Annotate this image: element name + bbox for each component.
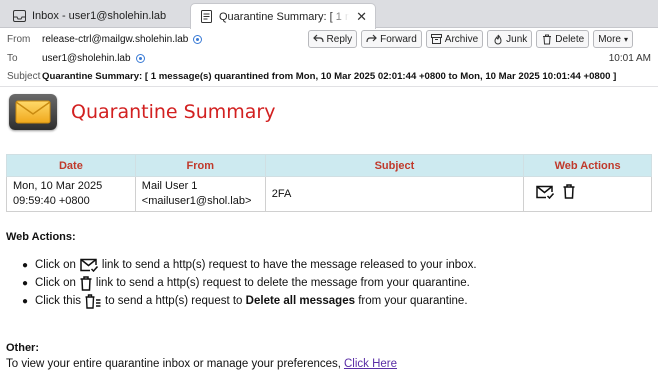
address-book-icon[interactable] [193, 34, 203, 44]
other-heading: Other: [6, 342, 39, 354]
subject-row: Subject Quarantine Summary: [ 1 message(… [0, 67, 658, 85]
tab-strip: Inbox - user1@sholehin.lab Quarantine Su… [0, 0, 658, 29]
click-here-link[interactable]: Click Here [344, 358, 397, 370]
chevron-down-icon: ▾ [623, 34, 628, 44]
to-label: To [7, 52, 18, 64]
cell-subject: 2FA [264, 176, 525, 212]
list-item: ● Click this to send a http(s) request t… [22, 293, 468, 309]
table-header-row: Date From Subject Web Actions [6, 154, 652, 177]
more-button[interactable]: More ▾ [593, 30, 633, 48]
list-item: ● Click on link to send a http(s) reques… [22, 258, 477, 272]
to-value[interactable]: user1@sholehin.lab [42, 53, 145, 64]
web-actions-heading: Web Actions: [6, 231, 76, 243]
tab-inbox[interactable]: Inbox - user1@sholehin.lab [4, 4, 184, 28]
col-web-actions: Web Actions [523, 154, 652, 177]
page-title: Quarantine Summary [71, 101, 276, 123]
cell-from: Mail User 1 <mailuser1@shol.lab> [134, 176, 266, 212]
subject-value: Quarantine Summary: [ 1 message(s) quara… [42, 70, 617, 82]
message-time: 10:01 AM [608, 52, 651, 64]
message-body: Quarantine Summary Date From Subject Web… [0, 88, 658, 388]
trash-icon[interactable] [563, 184, 575, 204]
message-toolbar: Reply Forward Archive Junk Delete More ▾ [307, 30, 633, 48]
archive-button[interactable]: Archive [425, 30, 484, 48]
address-book-icon[interactable] [135, 53, 145, 63]
archive-icon [430, 34, 442, 45]
web-actions-list: ● Click on link to send a http(s) reques… [22, 256, 477, 310]
from-row: From release-ctrl@mailgw.sholehin.lab Re… [0, 30, 658, 48]
delete-all-icon [85, 293, 101, 309]
table-row: Mon, 10 Mar 2025 09:59:40 +0800 Mail Use… [6, 176, 652, 212]
reply-icon [312, 34, 324, 45]
other-text: To view your entire quarantine inbox or … [6, 358, 398, 370]
tab-inbox-label: Inbox - user1@sholehin.lab [32, 10, 167, 22]
col-subject: Subject [264, 154, 525, 177]
release-mail-icon [80, 258, 98, 272]
forward-icon [366, 34, 377, 45]
tab-quarantine-label: Quarantine Summary: [ 1 message(s) [219, 10, 349, 23]
col-date: Date [6, 154, 136, 177]
message-header: From release-ctrl@mailgw.sholehin.lab Re… [0, 29, 658, 87]
reply-button[interactable]: Reply [307, 30, 358, 48]
release-mail-icon[interactable] [536, 185, 555, 204]
col-from: From [134, 154, 266, 177]
cell-actions [523, 176, 652, 212]
to-row: To user1@sholehin.lab 10:01 AM [0, 49, 658, 67]
forward-button[interactable]: Forward [361, 30, 422, 48]
tab-quarantine-summary[interactable]: Quarantine Summary: [ 1 message(s) ✕ [190, 3, 376, 29]
delete-button[interactable]: Delete [536, 30, 590, 48]
junk-button[interactable]: Junk [487, 30, 533, 48]
document-icon [199, 10, 213, 24]
inbox-icon [12, 9, 26, 23]
junk-flame-icon [492, 34, 503, 45]
from-value[interactable]: release-ctrl@mailgw.sholehin.lab [42, 34, 203, 45]
quarantine-table: Date From Subject Web Actions Mon, 10 Ma… [6, 154, 652, 212]
cell-date: Mon, 10 Mar 2025 09:59:40 +0800 [6, 176, 136, 212]
envelope-logo-icon [9, 94, 57, 130]
list-item: ● Click on link to send a http(s) reques… [22, 275, 470, 291]
from-label: From [7, 33, 31, 45]
subject-label: Subject [7, 70, 41, 82]
trash-icon [80, 275, 92, 291]
trash-icon [541, 34, 552, 45]
close-icon[interactable]: ✕ [356, 9, 367, 25]
